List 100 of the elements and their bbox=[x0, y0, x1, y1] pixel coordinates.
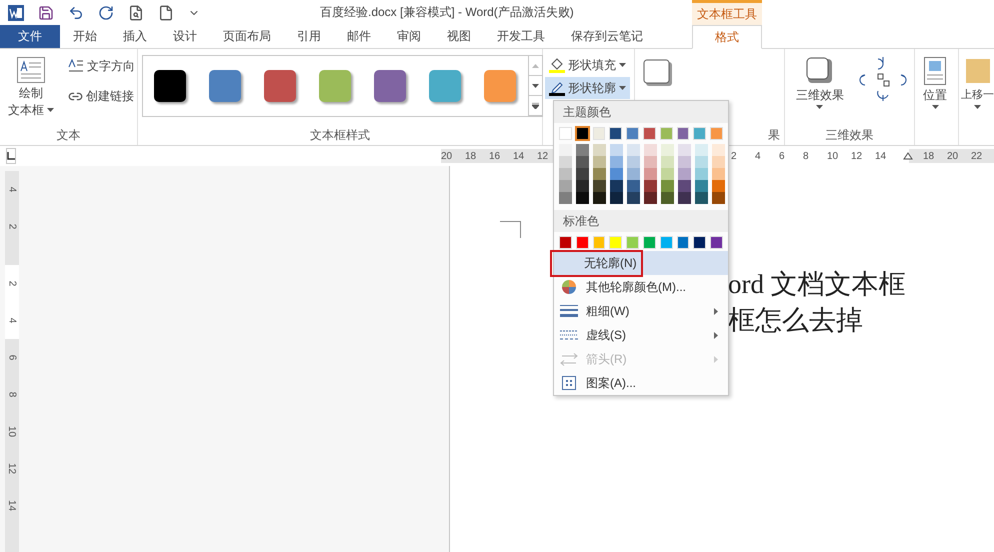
color-swatch[interactable] bbox=[627, 192, 640, 204]
color-swatch[interactable] bbox=[661, 192, 674, 204]
color-swatch[interactable] bbox=[610, 144, 623, 156]
color-swatch[interactable] bbox=[712, 168, 725, 180]
color-swatch[interactable] bbox=[644, 156, 657, 168]
color-swatch[interactable] bbox=[610, 180, 623, 192]
ribbon-tab[interactable]: 审阅 bbox=[384, 25, 434, 48]
color-swatch[interactable] bbox=[695, 180, 708, 192]
ruler-number: 2 bbox=[6, 224, 18, 230]
ruler-number: 8 bbox=[803, 150, 810, 162]
color-swatch[interactable] bbox=[678, 192, 691, 204]
ribbon-tab[interactable]: 开发工具 bbox=[484, 25, 558, 48]
ribbon-tab[interactable]: 开始 bbox=[60, 25, 110, 48]
ribbon-tab[interactable]: 邮件 bbox=[334, 25, 384, 48]
style-swatch[interactable] bbox=[264, 70, 296, 102]
bring-forward-button[interactable]: 上移一 bbox=[961, 55, 994, 111]
color-swatch[interactable] bbox=[559, 156, 572, 168]
style-swatch[interactable] bbox=[429, 70, 461, 102]
color-swatch[interactable] bbox=[593, 192, 606, 204]
ruler-number: 12 bbox=[537, 150, 550, 162]
ribbon-tab[interactable]: 设计 bbox=[160, 25, 210, 48]
color-swatch[interactable] bbox=[593, 180, 606, 192]
menu-item[interactable]: 图案(A)... bbox=[554, 371, 728, 395]
color-swatch[interactable] bbox=[695, 192, 708, 204]
style-swatch[interactable] bbox=[154, 70, 186, 102]
shape-outline-button[interactable]: 形状轮廓 bbox=[545, 77, 630, 99]
color-swatch[interactable] bbox=[627, 156, 640, 168]
ribbon-tab[interactable]: 保存到云笔记 bbox=[558, 25, 656, 48]
color-swatch[interactable] bbox=[644, 192, 657, 204]
color-swatch[interactable] bbox=[678, 156, 691, 168]
caret-icon bbox=[974, 105, 981, 109]
color-swatch[interactable] bbox=[678, 168, 691, 180]
undo-icon[interactable] bbox=[68, 4, 84, 20]
color-swatch[interactable] bbox=[559, 144, 572, 156]
ribbon-tab[interactable]: 视图 bbox=[434, 25, 484, 48]
menu-item[interactable]: 虚线(S) bbox=[554, 323, 728, 347]
color-swatch[interactable] bbox=[661, 180, 674, 192]
indent-marker-icon[interactable] bbox=[903, 152, 913, 160]
menu-item[interactable]: 其他轮廓颜色(M)... bbox=[554, 275, 728, 299]
color-swatch[interactable] bbox=[593, 168, 606, 180]
style-swatch[interactable] bbox=[484, 70, 516, 102]
ribbon-tab[interactable]: 插入 bbox=[110, 25, 160, 48]
color-swatch[interactable] bbox=[610, 156, 623, 168]
color-swatch[interactable] bbox=[712, 192, 725, 204]
text-direction-button[interactable]: 文字方向 bbox=[64, 55, 139, 77]
position-button[interactable]: 位置 bbox=[919, 55, 951, 111]
color-swatch[interactable] bbox=[610, 192, 623, 204]
color-swatch[interactable] bbox=[695, 168, 708, 180]
3d-effects-button[interactable]: 三维效果 bbox=[792, 55, 848, 111]
ribbon-tab[interactable]: 引用 bbox=[284, 25, 334, 48]
print-preview-icon[interactable] bbox=[128, 4, 144, 20]
style-swatch[interactable] bbox=[209, 70, 241, 102]
save-icon[interactable] bbox=[38, 4, 54, 20]
shadow-effect-icon[interactable] bbox=[643, 59, 673, 87]
menu-section-header: 主题颜色 bbox=[554, 101, 728, 123]
color-swatch[interactable] bbox=[576, 127, 589, 140]
caret-icon bbox=[816, 105, 824, 109]
color-swatch[interactable] bbox=[610, 168, 623, 180]
color-swatch[interactable] bbox=[559, 180, 572, 192]
color-swatch[interactable] bbox=[712, 156, 725, 168]
ribbon-tab[interactable]: 页面布局 bbox=[210, 25, 284, 48]
color-swatch[interactable] bbox=[576, 192, 589, 204]
color-swatch[interactable] bbox=[712, 180, 725, 192]
tab-selector-button[interactable] bbox=[6, 148, 16, 164]
color-swatch[interactable] bbox=[695, 144, 708, 156]
color-swatch[interactable] bbox=[661, 144, 674, 156]
color-swatch[interactable] bbox=[559, 168, 572, 180]
draw-text-box-button[interactable]: 绘制 文本框 bbox=[4, 55, 58, 119]
color-swatch[interactable] bbox=[644, 168, 657, 180]
color-swatch[interactable] bbox=[627, 144, 640, 156]
color-swatch[interactable] bbox=[627, 180, 640, 192]
new-document-icon[interactable] bbox=[158, 4, 174, 20]
color-swatch[interactable] bbox=[661, 168, 674, 180]
color-swatch[interactable] bbox=[576, 180, 589, 192]
color-swatch[interactable] bbox=[559, 192, 572, 204]
color-swatch[interactable] bbox=[627, 168, 640, 180]
group-label: 果 bbox=[768, 127, 781, 144]
ribbon-tab[interactable]: 文件 bbox=[0, 25, 60, 48]
color-swatch[interactable] bbox=[576, 144, 589, 156]
create-link-button[interactable]: 创建链接 bbox=[64, 85, 139, 107]
color-swatch[interactable] bbox=[678, 144, 691, 156]
ribbon-tab[interactable]: 格式 bbox=[692, 25, 762, 49]
cube-icon bbox=[806, 57, 834, 85]
style-swatch[interactable] bbox=[319, 70, 351, 102]
shape-fill-button[interactable]: 形状填充 bbox=[545, 54, 630, 76]
menu-item[interactable]: 粗细(W) bbox=[554, 299, 728, 323]
color-swatch[interactable] bbox=[644, 180, 657, 192]
color-swatch[interactable] bbox=[661, 156, 674, 168]
color-swatch[interactable] bbox=[576, 156, 589, 168]
app-icon[interactable] bbox=[8, 4, 24, 20]
redo-icon[interactable] bbox=[98, 4, 114, 20]
color-swatch[interactable] bbox=[712, 144, 725, 156]
color-swatch[interactable] bbox=[576, 168, 589, 180]
ruler-number: 4 bbox=[6, 318, 18, 324]
color-swatch[interactable] bbox=[695, 156, 708, 168]
color-swatch[interactable] bbox=[593, 156, 606, 168]
color-swatch[interactable] bbox=[644, 144, 657, 156]
color-swatch[interactable] bbox=[593, 144, 606, 156]
style-swatch[interactable] bbox=[374, 70, 406, 102]
color-swatch[interactable] bbox=[678, 180, 691, 192]
